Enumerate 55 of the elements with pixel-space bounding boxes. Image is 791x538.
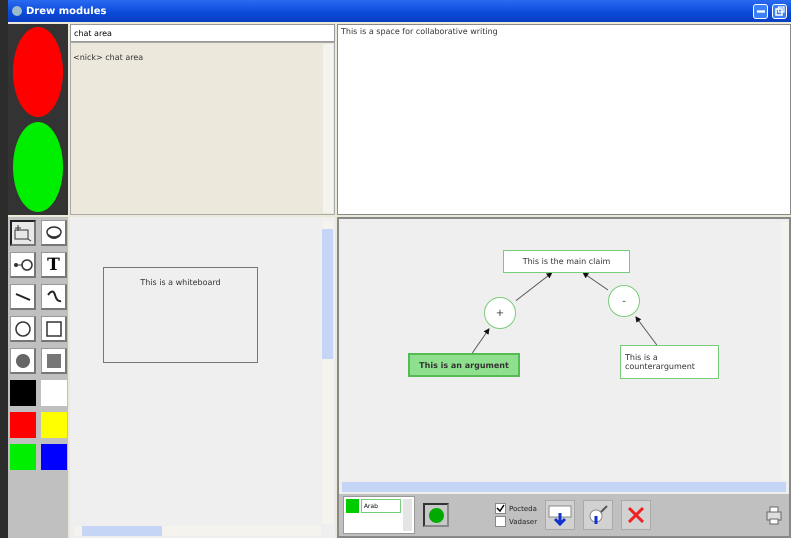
- whiteboard-note[interactable]: This is a whiteboard: [103, 267, 258, 363]
- shape-button[interactable]: [423, 503, 449, 527]
- app-icon: [12, 6, 22, 16]
- color-swatch[interactable]: [41, 412, 67, 438]
- add-node-button[interactable]: [545, 500, 576, 530]
- connector-arrow: [472, 328, 490, 354]
- color-swatch[interactable]: [10, 412, 36, 438]
- filled-circle-tool[interactable]: [10, 348, 36, 374]
- argument-node[interactable]: This is an argument: [408, 353, 520, 377]
- scrollbar[interactable]: [322, 221, 333, 524]
- text-tool[interactable]: T: [41, 252, 67, 278]
- circle-icon: [12, 318, 32, 338]
- line-tool[interactable]: [10, 284, 36, 310]
- whiteboard[interactable]: This is a whiteboard: [70, 217, 335, 538]
- printer-icon[interactable]: [765, 504, 783, 526]
- shape-dot: [428, 508, 444, 522]
- rect-tool[interactable]: [41, 316, 67, 342]
- rectangle-icon: [44, 318, 64, 338]
- note-text: This is a whiteboard: [140, 278, 221, 287]
- filled-rect-tool[interactable]: [41, 348, 67, 374]
- color-swatch[interactable]: [10, 444, 36, 470]
- connector-arrow: [582, 272, 608, 290]
- checkmark-icon: [496, 504, 505, 513]
- select-icon: [13, 223, 33, 243]
- box-arrow-icon: [547, 503, 574, 527]
- writing-area[interactable]: This is a space for collaborative writing: [337, 24, 791, 215]
- edit-node-button[interactable]: [583, 500, 614, 530]
- freehand-tool[interactable]: [41, 284, 67, 310]
- restore-button[interactable]: [772, 4, 787, 18]
- connect-tool[interactable]: [10, 252, 36, 278]
- window-title: Drew modules: [26, 6, 106, 16]
- claim-node[interactable]: This is the main claim: [503, 250, 630, 273]
- eraser-tool[interactable]: [41, 220, 67, 246]
- scrollbar[interactable]: [323, 44, 333, 213]
- relation-node[interactable]: +: [484, 297, 516, 329]
- chat-input[interactable]: chat area: [70, 24, 335, 42]
- restore-icon: [774, 6, 784, 16]
- scrollbar[interactable]: [74, 526, 321, 536]
- select-tool[interactable]: [10, 220, 36, 246]
- relation-node[interactable]: -: [608, 285, 640, 317]
- color-swatch[interactable]: [41, 380, 67, 406]
- delete-button[interactable]: [621, 500, 652, 530]
- scrollbar[interactable]: [781, 222, 789, 480]
- argument-node[interactable]: This is a counterargument: [620, 345, 719, 379]
- connector-arrow: [516, 272, 552, 302]
- line-icon: [14, 292, 30, 300]
- color-swatch[interactable]: [41, 444, 67, 470]
- chat-message: <nick> chat area: [73, 53, 144, 62]
- color-swatch[interactable]: [10, 380, 36, 406]
- minimize-icon: [756, 10, 764, 12]
- writing-text: This is a space for collaborative writing: [341, 27, 498, 36]
- scrollbar[interactable]: [342, 482, 786, 492]
- circle-tool[interactable]: [10, 316, 36, 342]
- connector-arrow: [635, 316, 658, 346]
- minimize-button[interactable]: [753, 4, 768, 18]
